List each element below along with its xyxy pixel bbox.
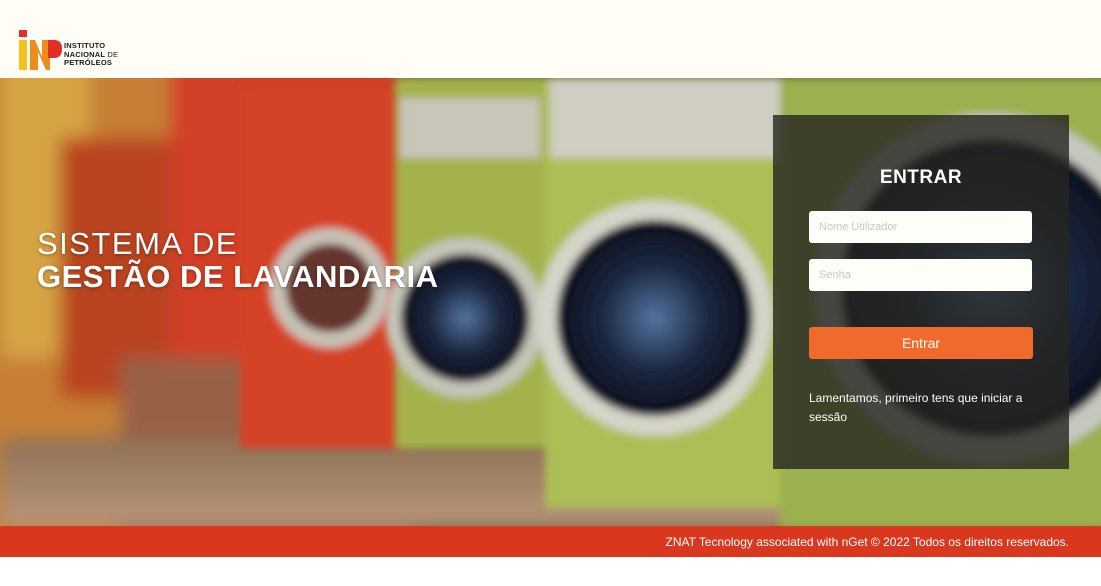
bottom-strip xyxy=(0,557,1101,586)
login-button[interactable]: Entrar xyxy=(809,327,1033,359)
username-input[interactable] xyxy=(809,211,1032,243)
login-title: ENTRAR xyxy=(879,167,963,188)
page-footer: ZNAT Tecnology associated with nGet © 20… xyxy=(0,526,1101,557)
login-panel: ENTRAR Entrar Lamentamos, primeiro tens … xyxy=(773,115,1069,469)
system-title-line-2: GESTÃO DE LAVANDARIA xyxy=(37,259,439,294)
copyright-text: ZNAT Tecnology associated with nGet © 20… xyxy=(665,535,1070,549)
inp-logo-icon xyxy=(19,30,62,70)
login-required-message: Lamentamos, primeiro tens que iniciar a … xyxy=(809,391,1023,424)
brand-name: INSTITUTO NACIONAL DE PETRÓLEOS xyxy=(64,41,118,68)
brand-line-3: PETRÓLEOS xyxy=(64,58,113,67)
system-title-line-1: SISTEMA DE xyxy=(37,226,239,261)
inp-logo[interactable]: INSTITUTO NACIONAL DE PETRÓLEOS xyxy=(18,30,138,72)
system-title: SISTEMA DE GESTÃO DE LAVANDARIA xyxy=(37,228,439,294)
hero-banner: SISTEMA DE GESTÃO DE LAVANDARIA ENTRAR E… xyxy=(0,78,1101,526)
password-input[interactable] xyxy=(809,259,1032,291)
page-header: INSTITUTO NACIONAL DE PETRÓLEOS xyxy=(0,0,1101,78)
